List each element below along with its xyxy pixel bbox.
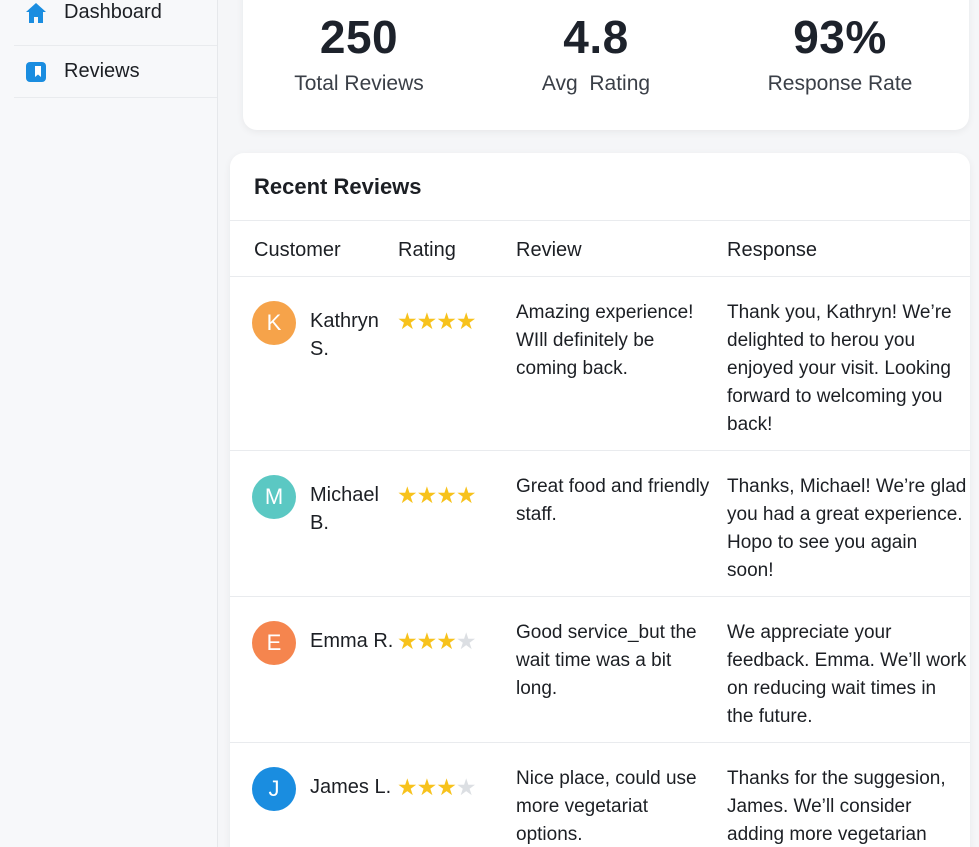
stat-avg-rating: 4.8 Avg Rating — [486, 10, 706, 96]
sidebar-item-reviews[interactable]: Reviews — [14, 46, 217, 98]
stat-value: 250 — [319, 11, 399, 63]
column-header-rating: Rating — [398, 239, 456, 261]
column-header-review: Review — [516, 239, 582, 261]
review-text: Great food and friendly staff. — [516, 476, 710, 525]
customer-name: Kathryn S. — [310, 310, 379, 360]
sidebar-item-dashboard[interactable]: Dashboard — [14, 0, 217, 46]
stat-value: 4.8 — [563, 11, 629, 63]
avatar: K — [252, 301, 296, 345]
star-filled-icon: ★ — [436, 482, 457, 508]
review-text: Amazing experience! WIll definitely be c… — [516, 302, 694, 379]
review-text: Nice place, could use more vegetariat op… — [516, 768, 697, 845]
customer-name: Emma R. — [310, 630, 394, 652]
customer-name: James L. — [310, 776, 392, 798]
star-empty-icon: ★ — [455, 774, 477, 800]
stat-value: 93% — [793, 11, 887, 63]
table-row[interactable]: E Emma R. ★★★★ Good service_but the wait… — [230, 597, 970, 743]
stat-label: Response Rate — [767, 72, 913, 95]
review-text: Good service_but the wait time was a bit… — [516, 622, 697, 699]
book-icon — [24, 60, 48, 84]
column-header-customer: Customer — [254, 239, 341, 261]
response-text: We appreciate your feedback. Emma. We’ll… — [727, 622, 967, 727]
recent-reviews-card: Recent Reviews Customer Rating Review Re… — [230, 153, 970, 847]
star-rating: ★★★★ — [397, 629, 476, 653]
sidebar-item-label: Dashboard — [64, 1, 162, 23]
star-filled-icon: ★ — [436, 308, 457, 334]
table-row[interactable]: J James L. ★★★★ Nice place, could use mo… — [230, 743, 970, 847]
star-filled-icon: ★ — [436, 774, 457, 800]
stat-response-rate: 93% Response Rate — [730, 10, 950, 96]
response-text: Thank you, Kathryn! We’re delighted to h… — [727, 302, 952, 435]
star-rating: ★★★★ — [397, 483, 476, 507]
table-header: Customer Rating Review Response — [230, 221, 970, 277]
star-filled-icon: ★ — [397, 774, 418, 800]
avatar: E — [252, 621, 296, 665]
avatar: J — [252, 767, 296, 811]
star-filled-icon: ★ — [416, 628, 438, 654]
stat-total-reviews: 250 Total Reviews — [249, 10, 469, 96]
stat-label: Avg Rating — [541, 72, 651, 95]
stats-card: 250 Total Reviews 4.8 Avg Rating 93% Res… — [243, 0, 969, 130]
column-header-response: Response — [727, 239, 818, 261]
star-filled-icon: ★ — [397, 308, 418, 334]
star-rating: ★★★★ — [397, 775, 476, 799]
home-icon — [24, 1, 48, 25]
card-title: Recent Reviews — [230, 153, 970, 221]
customer-name: Michael B. — [310, 484, 379, 534]
star-filled-icon: ★ — [397, 628, 418, 654]
response-text: Thanks, Michael! We’re glad you had a gr… — [727, 476, 967, 581]
star-filled-icon: ★ — [436, 628, 457, 654]
star-empty-icon: ★ — [455, 628, 477, 654]
star-rating: ★★★★ — [397, 309, 476, 333]
star-filled-icon: ★ — [416, 774, 438, 800]
avatar: M — [252, 475, 296, 519]
table-row[interactable]: K Kathryn S. ★★★★ Amazing experience! WI… — [230, 277, 970, 451]
sidebar: Dashboard Reviews — [0, 0, 218, 847]
response-text: Thanks for the suggesion, James. We’ll c… — [727, 768, 946, 845]
stat-label: Total Reviews — [294, 72, 424, 95]
star-filled-icon: ★ — [416, 482, 438, 508]
sidebar-item-label: Reviews — [64, 60, 140, 82]
star-filled-icon: ★ — [397, 482, 418, 508]
star-filled-icon: ★ — [455, 308, 477, 334]
main-content: 250 Total Reviews 4.8 Avg Rating 93% Res… — [230, 0, 979, 847]
table-row[interactable]: M Michael B. ★★★★ Great food and friendl… — [230, 451, 970, 597]
star-filled-icon: ★ — [455, 482, 477, 508]
star-filled-icon: ★ — [416, 308, 438, 334]
